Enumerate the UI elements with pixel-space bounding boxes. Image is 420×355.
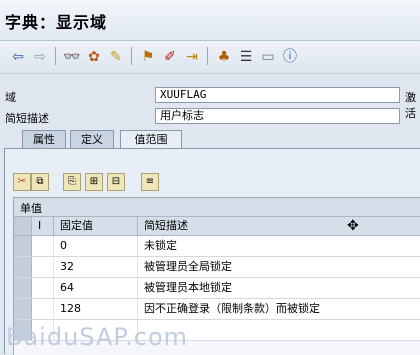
i-cell[interactable] [32,278,54,298]
toolbar-separator [131,47,132,65]
i-cell[interactable] [32,299,54,319]
fixed-value-cell[interactable]: 0 [54,236,138,256]
table-row[interactable]: 64 被管理员本地锁定 [14,278,420,299]
row-selector[interactable] [14,257,32,277]
description-cell[interactable]: 被管理员本地锁定 [138,278,420,298]
insert-row-icon[interactable]: ⊞ [85,173,103,191]
forward-arrow-icon[interactable]: ⇨ [30,47,50,67]
section-title-text: 单值 [20,202,42,215]
tab-attributes[interactable]: 属性 [22,130,66,148]
tab-definition[interactable]: 定义 [70,130,114,148]
where-used-icon[interactable]: ⇥ [182,47,202,67]
description-row: 简短描述 用户标志 [0,107,420,127]
description-cell[interactable]: 因不正确登录（限制条款）而被锁定 [138,299,420,319]
toolbar-separator [55,47,56,65]
delete-row-icon[interactable]: ⊟ [107,173,125,191]
fixed-value-cell[interactable]: 64 [54,278,138,298]
title-bar: 字典：显示域 [0,0,420,41]
table-row[interactable]: 128 因不正确登录（限制条款）而被锁定 [14,299,420,320]
filter-icon[interactable]: ≡ [141,173,159,191]
glasses-icon[interactable]: 👓 [62,47,82,67]
select-all-header[interactable] [14,217,32,236]
i-cell[interactable] [32,257,54,277]
window-title: 字典：显示域 [5,13,108,32]
fixed-value-cell[interactable]: 32 [54,257,138,277]
navigate-icon[interactable]: ☰ [236,47,256,67]
paste-icon[interactable]: ⎘ [63,173,81,191]
table-row[interactable]: 32 被管理员全局锁定 [14,257,420,278]
check-icon[interactable]: ⚑ [138,47,158,67]
description-label: 简短描述 [5,112,49,125]
hierarchy-icon[interactable]: ♣ [214,47,234,67]
domain-row: 域 XUUFLAG 激活 [0,86,420,120]
activate-icon[interactable]: ✐ [160,47,180,67]
move-cursor-icon: ✥ [347,218,359,234]
display-change-icon[interactable]: ✎ [106,47,126,67]
description-cell[interactable]: 未锁定 [138,236,420,256]
description-field[interactable]: 用户标志 [155,108,400,124]
domain-field[interactable]: XUUFLAG [155,87,400,103]
display-object-list-icon[interactable]: ▭ [258,47,278,67]
application-toolbar: ⇦ ⇨ 👓 ✿ ✎ ⚑ ✐ ⇥ ♣ ☰ ▭ ⓘ [0,41,420,74]
column-header-fixed-value[interactable]: 固定值 [54,217,138,236]
row-selector[interactable] [14,236,32,256]
fixed-value-cell[interactable]: 128 [54,299,138,319]
cut-icon[interactable]: ✂ [13,173,31,191]
watermark-text: BaiduSAP.com [6,323,189,351]
other-object-icon[interactable]: ✿ [84,47,104,67]
row-selector[interactable] [14,299,32,319]
domain-label: 域 [5,91,16,104]
table-section-title: 单值 [14,198,420,217]
column-header-i[interactable]: I [32,217,54,236]
tab-value-range[interactable]: 值范围 [120,130,182,148]
column-header-short-description[interactable]: 简短描述 [138,217,420,236]
back-arrow-icon[interactable]: ⇦ [8,47,28,67]
toolbar-separator [207,47,208,65]
copy-icon[interactable]: ⧉ [31,173,49,191]
row-selector[interactable] [14,278,32,298]
i-cell[interactable] [32,236,54,256]
table-row[interactable]: 0 未锁定 [14,236,420,257]
description-cell[interactable]: 被管理员全局锁定 [138,257,420,277]
info-icon[interactable]: ⓘ [280,47,300,67]
